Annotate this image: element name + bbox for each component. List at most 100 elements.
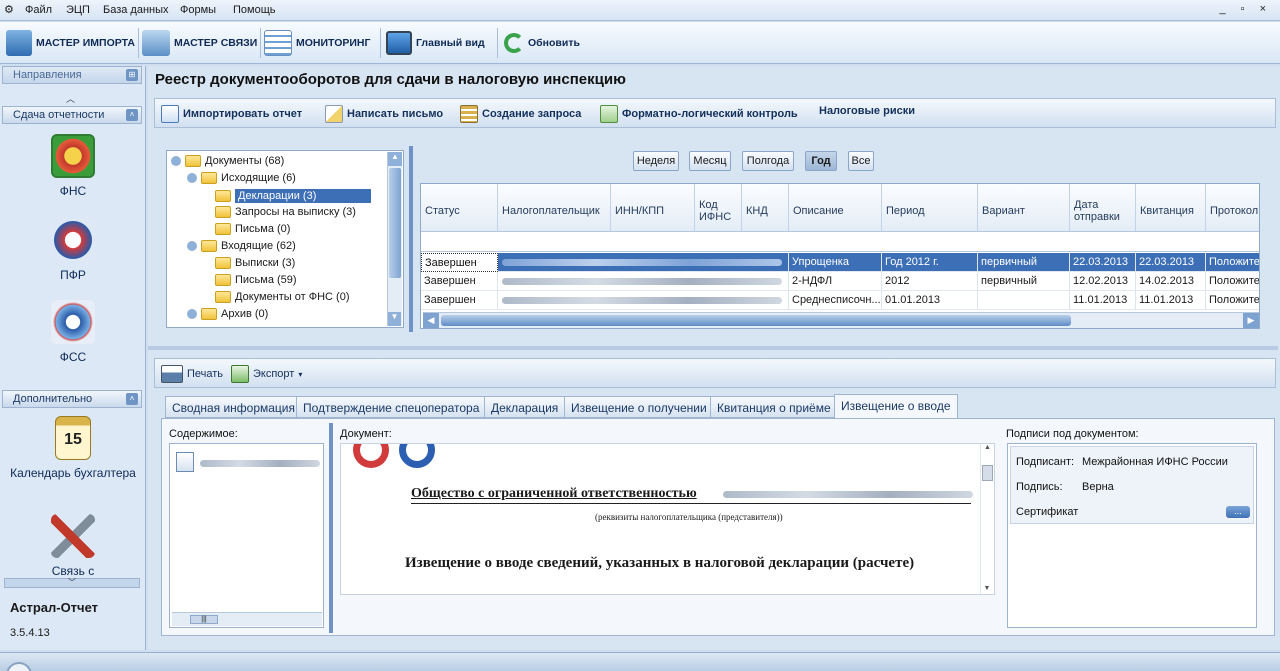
status-icon	[6, 662, 32, 671]
import-icon	[6, 30, 32, 56]
sidebar-item-calendar[interactable]: 15 Календарь бухгалтера	[10, 416, 136, 481]
write-letter-button[interactable]: Написать письмо	[325, 105, 443, 123]
collapse-icon[interactable]: ˄	[126, 393, 138, 405]
period-month-button[interactable]: Месяц	[689, 151, 731, 171]
menu-ecp[interactable]: ЭЦП	[66, 4, 90, 16]
app-icon[interactable]: ⚙	[4, 3, 14, 16]
h-splitter[interactable]	[148, 346, 1278, 350]
redacted-field	[502, 278, 782, 285]
column-header[interactable]: Протокол	[1206, 184, 1259, 232]
sidebar-item-fns[interactable]: ФНС	[10, 134, 136, 198]
create-request-button[interactable]: Создание запроса	[460, 105, 581, 123]
fns-icon	[51, 134, 95, 178]
tree-scrollbar[interactable]: ▲ ▼	[387, 152, 402, 326]
filter-row[interactable]	[421, 232, 1259, 252]
tree-node[interactable]: Входящие (62)	[187, 240, 296, 252]
section-extra[interactable]: Дополнительно ˄	[2, 390, 142, 408]
export-button[interactable]: Экспорт ▾	[231, 365, 302, 383]
sidebar-item-support[interactable]: Связь с	[10, 514, 136, 580]
tree-node[interactable]: Запросы на выписку (3)	[215, 206, 356, 218]
menu-database[interactable]: База данных	[103, 4, 169, 16]
link-icon	[142, 30, 170, 56]
tab-operator-confirmation[interactable]: Подтверждение спецоператора	[296, 396, 487, 418]
tab-acceptance-receipt[interactable]: Квитанция о приёме	[710, 396, 838, 418]
period-all-button[interactable]: Все	[848, 151, 874, 171]
flk-button[interactable]: Форматно-логический контроль	[600, 105, 798, 123]
document-icon[interactable]	[176, 452, 194, 472]
tree-node[interactable]: Декларации (3)	[215, 189, 371, 203]
tree-node[interactable]: Письма (0)	[215, 223, 290, 235]
column-header[interactable]: Статус	[421, 184, 498, 232]
column-header[interactable]: ИНН/КПП	[611, 184, 695, 232]
import-master-button[interactable]: МАСТЕР ИМПОРТА	[6, 26, 135, 60]
import-report-button[interactable]: Импортировать отчет	[161, 105, 302, 123]
collapse-icon[interactable]: ˄	[126, 109, 138, 121]
window-controls[interactable]: _ ▫ ×	[1219, 3, 1272, 15]
folder-icon	[215, 223, 231, 235]
column-header[interactable]: Период	[882, 184, 978, 232]
tab-input-notice[interactable]: Извещение о вводе	[834, 394, 958, 419]
redacted-field	[200, 460, 320, 467]
folder-icon	[201, 240, 217, 252]
signatures-label: Подписи под документом:	[1006, 428, 1139, 440]
splitter[interactable]	[329, 423, 333, 633]
menu-file[interactable]: Файл	[25, 4, 52, 16]
folder-icon	[215, 257, 231, 269]
section-reporting[interactable]: Сдача отчетности ˄	[2, 106, 142, 124]
tab-receipt-notice[interactable]: Извещение о получении	[564, 396, 714, 418]
tree-node[interactable]: Исходящие (6)	[187, 172, 296, 184]
folder-icon	[215, 291, 231, 303]
pin-icon[interactable]: ⊞	[126, 69, 138, 81]
tree-node[interactable]: Письма (59)	[215, 274, 297, 286]
main-view-button[interactable]: Главный вид	[386, 26, 485, 60]
column-header[interactable]: Налогоплательщик	[498, 184, 611, 232]
request-icon	[460, 105, 478, 123]
refresh-button[interactable]: Обновить	[504, 26, 580, 60]
monitoring-button[interactable]: МОНИТОРИНГ	[264, 26, 370, 60]
document-viewer: Общество с ограниченной ответственностью…	[340, 443, 995, 595]
period-half-year-button[interactable]: Полгода	[742, 151, 794, 171]
bottom-toolbar: Печать Экспорт ▾	[154, 358, 1276, 388]
sidebar-item-pfr[interactable]: ПФР	[10, 218, 136, 282]
scroll-down-icon[interactable]: ﹀	[4, 578, 140, 588]
period-week-button[interactable]: Неделя	[633, 151, 679, 171]
tree-node[interactable]: Документы (68)	[171, 155, 284, 167]
grid-hscrollbar[interactable]: ◀ ▶	[423, 312, 1259, 328]
folder-icon	[201, 308, 217, 320]
splitter[interactable]	[409, 146, 413, 332]
scroll-up-icon[interactable]: ︿	[66, 92, 75, 105]
certificate-button[interactable]: ...	[1226, 506, 1250, 518]
tax-risks-button[interactable]: Налоговые риски	[819, 105, 915, 117]
column-header[interactable]: Квитанция	[1136, 184, 1206, 232]
column-header[interactable]: КНД	[742, 184, 789, 232]
document-scrollbar[interactable]: ▲ ▼	[980, 444, 994, 594]
column-header[interactable]: Описание	[789, 184, 882, 232]
column-header[interactable]: Дата отправки	[1070, 184, 1136, 232]
tree-node[interactable]: Выписки (3)	[215, 257, 295, 269]
sidebar-item-fss[interactable]: ФСС	[10, 300, 136, 364]
sign-label: Подпись:	[1016, 481, 1063, 493]
tools-icon	[51, 514, 95, 558]
tree-node[interactable]: Архив (0)	[187, 308, 268, 320]
column-header[interactable]: Вариант	[978, 184, 1070, 232]
letter-icon	[325, 105, 343, 123]
tab-declaration[interactable]: Декларация	[484, 396, 566, 418]
link-master-button[interactable]: МАСТЕР СВЯЗИ	[142, 26, 257, 60]
org-note: (реквизиты налогоплательщика (представит…	[595, 512, 783, 522]
period-year-button[interactable]: Год	[805, 151, 837, 171]
contents-scrollbar[interactable]: |||	[172, 612, 322, 626]
sidebar-header: Направления ⊞	[2, 66, 142, 84]
menu-help[interactable]: Помощь	[233, 4, 276, 16]
calendar-icon: 15	[55, 416, 91, 460]
documents-grid: Статус Налогоплательщик ИНН/КПП Код ИФНС…	[420, 183, 1260, 329]
column-header[interactable]: Код ИФНС	[695, 184, 742, 232]
tab-summary[interactable]: Сводная информация	[165, 396, 302, 418]
action-toolbar: Импортировать отчет Написать письмо Созд…	[154, 98, 1276, 128]
menu-bar: ⚙ Файл ЭЦП База данных Формы Помощь _ ▫ …	[0, 0, 1280, 21]
monitoring-icon	[264, 30, 292, 56]
tree-node[interactable]: Документы от ФНС (0)	[215, 291, 349, 303]
certificate-label: Сертификат	[1016, 506, 1079, 518]
app-name: Астрал-Отчет	[10, 600, 99, 615]
menu-forms[interactable]: Формы	[180, 4, 216, 16]
print-button[interactable]: Печать	[161, 365, 223, 383]
